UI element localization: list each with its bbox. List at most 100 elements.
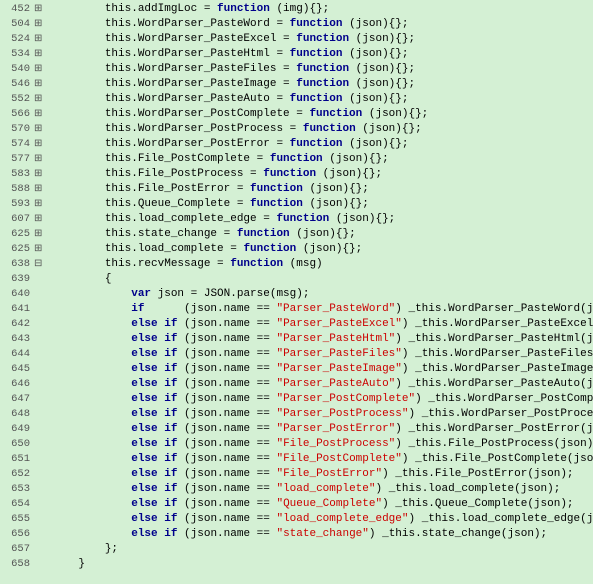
plain-token: (json){};: [303, 198, 369, 210]
code-content: else if (json.name == "File_PostError") …: [50, 467, 593, 481]
code-line: 625⊞ this.state_change = function (json)…: [0, 227, 593, 242]
expand-icon[interactable]: ⊞: [34, 167, 50, 182]
code-line: 656 else if (json.name == "state_change"…: [0, 527, 593, 542]
line-number: 639: [0, 272, 34, 286]
code-content: var json = JSON.parse(msg);: [50, 287, 593, 301]
str-token: "Parser_PostError": [276, 423, 395, 435]
plain-token: this.recvMessage =: [105, 258, 230, 270]
line-number: 638: [0, 257, 34, 271]
str-token: "state_change": [276, 528, 368, 540]
expand-icon[interactable]: ⊞: [34, 137, 50, 152]
kw-token: else if: [131, 333, 177, 345]
plain-token: (json.name ==: [177, 318, 276, 330]
plain-token: json = JSON.parse(msg);: [151, 288, 309, 300]
collapse-icon[interactable]: ⊟: [34, 257, 50, 272]
expand-icon[interactable]: ⊞: [34, 47, 50, 62]
expand-icon[interactable]: ⊞: [34, 242, 50, 257]
no-expand-icon: [34, 377, 50, 392]
code-line: 638⊟ this.recvMessage = function (msg): [0, 257, 593, 272]
line-number: 570: [0, 122, 34, 136]
line-number: 566: [0, 107, 34, 121]
plain-token: (json.name ==: [177, 498, 276, 510]
plain-token: (json){};: [303, 183, 369, 195]
plain-token: (json.name ==: [177, 438, 276, 450]
no-expand-icon: [34, 287, 50, 302]
line-number: 574: [0, 137, 34, 151]
expand-icon[interactable]: ⊞: [34, 227, 50, 242]
line-number: 643: [0, 332, 34, 346]
plain-token: (json){};: [349, 33, 415, 45]
code-line: 534⊞ this.WordParser_PasteHtml = functio…: [0, 47, 593, 62]
plain-token: this.WordParser_PasteFiles =: [105, 63, 296, 75]
code-line: 647 else if (json.name == "Parser_PostCo…: [0, 392, 593, 407]
code-content: else if (json.name == "Parser_PostError"…: [50, 422, 593, 436]
str-token: "Parser_PostComplete": [276, 393, 415, 405]
code-content: this.load_complete_edge = function (json…: [50, 212, 593, 226]
code-line: 570⊞ this.WordParser_PostProcess = funct…: [0, 122, 593, 137]
plain-token: (json){};: [349, 63, 415, 75]
expand-icon[interactable]: ⊞: [34, 2, 50, 17]
expand-icon[interactable]: ⊞: [34, 182, 50, 197]
line-number: 583: [0, 167, 34, 181]
line-number: 654: [0, 497, 34, 511]
line-number: 645: [0, 362, 34, 376]
str-token: "Parser_PasteAuto": [276, 378, 395, 390]
expand-icon[interactable]: ⊞: [34, 92, 50, 107]
expand-icon[interactable]: ⊞: [34, 152, 50, 167]
kw-token: function: [276, 213, 329, 225]
line-number: 588: [0, 182, 34, 196]
expand-icon[interactable]: ⊞: [34, 122, 50, 137]
plain-token: ) _this.WordParser_PostError(json);: [395, 423, 593, 435]
no-expand-icon: [34, 422, 50, 437]
line-number: 625: [0, 227, 34, 241]
plain-token: this.Queue_Complete =: [105, 198, 250, 210]
code-content: else if (json.name == "File_PostProcess"…: [50, 437, 593, 451]
plain-token: (json){};: [323, 153, 389, 165]
expand-icon[interactable]: ⊞: [34, 107, 50, 122]
code-content: this.File_PostProcess = function (json){…: [50, 167, 593, 181]
code-content: this.File_PostError = function (json){};: [50, 182, 593, 196]
plain-token: }: [78, 558, 85, 570]
code-line: 524⊞ this.WordParser_PasteExcel = functi…: [0, 32, 593, 47]
code-line: 540⊞ this.WordParser_PasteFiles = functi…: [0, 62, 593, 77]
expand-icon[interactable]: ⊞: [34, 17, 50, 32]
plain-token: (json){};: [342, 18, 408, 30]
expand-icon[interactable]: ⊞: [34, 32, 50, 47]
plain-token: (img){};: [270, 3, 329, 15]
var-kw-token: var: [131, 288, 151, 300]
plain-token: this.addImgLoc =: [105, 3, 217, 15]
line-number: 640: [0, 287, 34, 301]
kw-token: else if: [131, 348, 177, 360]
kw-token: function: [230, 258, 283, 270]
code-line: 640 var json = JSON.parse(msg);: [0, 287, 593, 302]
kw-token: function: [217, 3, 270, 15]
plain-token: (json.name ==: [177, 333, 276, 345]
plain-token: ) _this.Queue_Complete(json);: [382, 498, 573, 510]
str-token: "File_PostProcess": [276, 438, 395, 450]
code-line: 504⊞ this.WordParser_PasteWord = functio…: [0, 17, 593, 32]
kw-token: else if: [131, 318, 177, 330]
code-content: this.WordParser_PasteHtml = function (js…: [50, 47, 593, 61]
code-content: this.Queue_Complete = function (json){};: [50, 197, 593, 211]
code-line: 625⊞ this.load_complete = function (json…: [0, 242, 593, 257]
code-content: else if (json.name == "Parser_PasteHtml"…: [50, 332, 593, 346]
code-line: 639 {: [0, 272, 593, 287]
line-number: 655: [0, 512, 34, 526]
code-content: this.state_change = function (json){};: [50, 227, 593, 241]
expand-icon[interactable]: ⊞: [34, 197, 50, 212]
plain-token: (json){};: [329, 213, 395, 225]
plain-token: ) _this.WordParser_PasteAuto(json);: [395, 378, 593, 390]
code-line: 642 else if (json.name == "Parser_PasteE…: [0, 317, 593, 332]
expand-icon[interactable]: ⊞: [34, 77, 50, 92]
plain-token: this.WordParser_PostProcess =: [105, 123, 303, 135]
kw-token: if: [131, 303, 144, 315]
expand-icon[interactable]: ⊞: [34, 62, 50, 77]
code-line: 607⊞ this.load_complete_edge = function …: [0, 212, 593, 227]
code-content: else if (json.name == "load_complete") _…: [50, 482, 593, 496]
code-content: this.addImgLoc = function (img){};: [50, 2, 593, 16]
kw-token: function: [263, 168, 316, 180]
code-content: else if (json.name == "File_PostComplete…: [50, 452, 593, 466]
line-number: 641: [0, 302, 34, 316]
expand-icon[interactable]: ⊞: [34, 212, 50, 227]
kw-token: function: [309, 108, 362, 120]
